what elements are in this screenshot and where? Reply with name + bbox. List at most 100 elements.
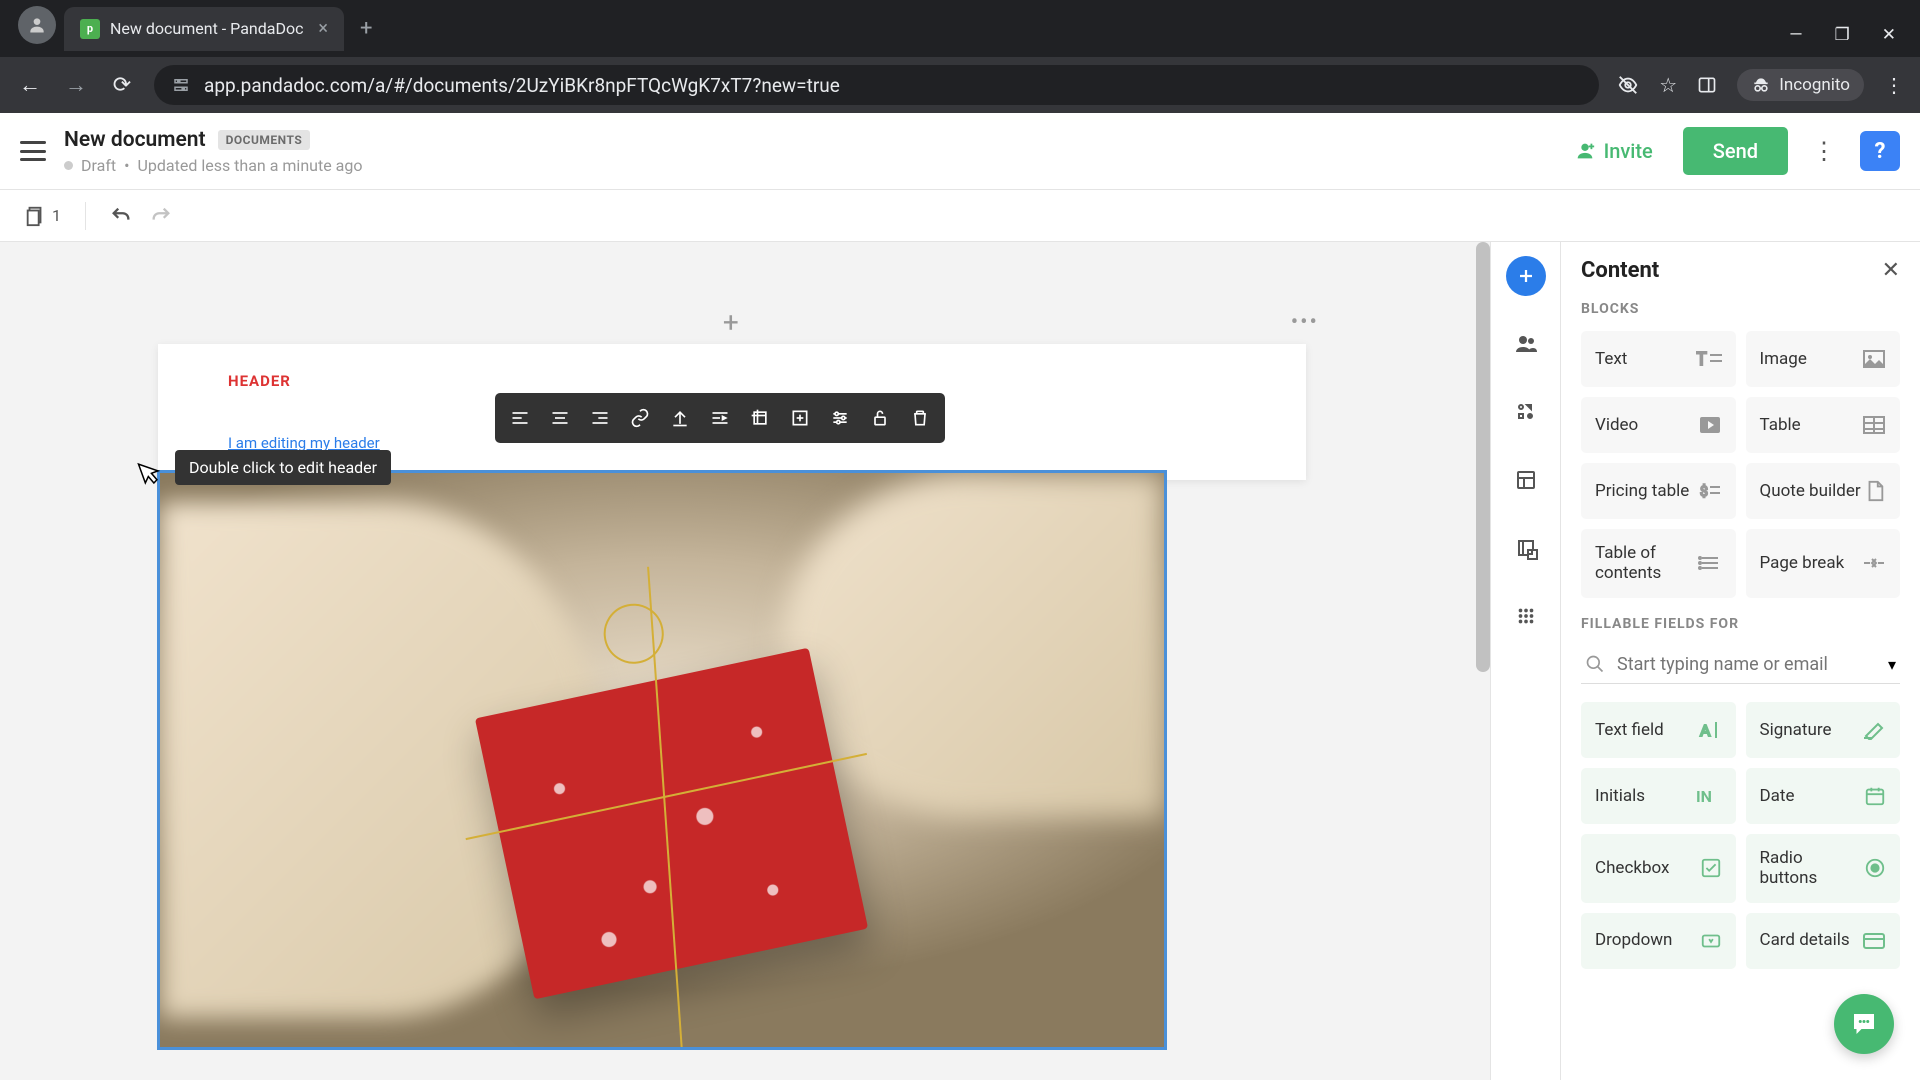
block-signature[interactable]: Signature [1746,702,1901,758]
content-panel: Content ✕ BLOCKS TextT Image Video TablePri… [1560,242,1920,1080]
wrap-button[interactable] [701,399,739,437]
block-label: Quote builder [1760,481,1861,501]
link-button[interactable] [621,399,659,437]
block-label: Initials [1595,786,1645,806]
eye-off-icon[interactable] [1617,74,1639,96]
block-label: Signature [1760,720,1832,740]
block-page-break[interactable]: Page break [1746,529,1901,598]
invite-button[interactable]: Invite [1560,131,1667,171]
block-label: Table of contents [1595,543,1698,584]
blocks-section-label: BLOCKS [1581,301,1900,317]
workflow-rail-button[interactable] [1506,528,1546,568]
quote-icon [1864,480,1886,502]
app-header: New document DOCUMENTS Draft • Updated l… [0,113,1920,190]
align-right-button[interactable] [581,399,619,437]
more-actions-button[interactable]: ⋮ [1804,137,1844,165]
site-settings-icon[interactable] [172,76,190,94]
video-icon [1698,415,1722,435]
block-card-details[interactable]: Card details [1746,913,1901,969]
image-block[interactable] [157,470,1167,1050]
date-icon [1864,785,1886,807]
block-table[interactable]: Table [1746,397,1901,453]
block-initials[interactable]: Initials IN [1581,768,1736,824]
recipient-search[interactable]: ▾ [1581,646,1900,684]
text-icon: T [1696,349,1722,369]
block-label: Date [1760,786,1795,806]
crop-button[interactable] [741,399,779,437]
undo-button[interactable] [110,205,132,227]
block-video[interactable]: Video [1581,397,1736,453]
block-checkbox[interactable]: Checkbox [1581,834,1736,903]
block-radio-buttons[interactable]: Radio buttons [1746,834,1901,903]
content-rail-button[interactable] [1506,256,1546,296]
dropdown-caret-icon[interactable]: ▾ [1888,655,1896,674]
block-drag-handle[interactable]: ⋮⋮ [0,472,2,491]
block-date[interactable]: Date [1746,768,1901,824]
header-section-label: HEADER [228,372,1236,390]
block-dropdown[interactable]: Dropdown [1581,913,1736,969]
align-left-button[interactable] [501,399,539,437]
panel-title: Content [1581,258,1659,283]
block-text[interactable]: TextT [1581,331,1736,387]
status-dot-icon [64,161,73,170]
block-table-of-contents[interactable]: Table of contents [1581,529,1736,598]
profile-avatar[interactable] [18,6,56,44]
tab-close-icon[interactable]: × [318,18,328,39]
browser-tab[interactable]: p New document - PandaDoc × [64,7,344,51]
svg-text:IN: IN [1696,787,1712,806]
bookmark-star-icon[interactable]: ☆ [1659,73,1677,97]
new-tab-button[interactable]: + [344,16,388,41]
tab-title: New document - PandaDoc [110,19,303,38]
scrollbar[interactable] [1476,242,1490,672]
replace-image-button[interactable] [661,399,699,437]
url-field[interactable]: app.pandadoc.com/a/#/documents/2UzYiBKr8… [154,65,1599,105]
add-page-button[interactable]: + [723,306,739,339]
dropdown-icon [1700,930,1722,952]
align-center-button[interactable] [541,399,579,437]
browser-menu-icon[interactable]: ⋮ [1884,73,1904,97]
settings-button[interactable] [821,399,859,437]
recipients-rail-button[interactable] [1506,324,1546,364]
chat-widget-button[interactable] [1834,994,1894,1054]
page-more-button[interactable]: ••• [1291,310,1319,335]
redo-button[interactable] [150,205,172,227]
block-pricing-table[interactable]: Pricing table$ [1581,463,1736,519]
delete-button[interactable] [901,399,939,437]
pricing-icon: $ [1698,481,1722,501]
menu-button[interactable] [20,141,46,161]
block-text-field[interactable]: Text fieldA [1581,702,1736,758]
address-bar: ← → ⟳ app.pandadoc.com/a/#/documents/2Uz… [0,57,1920,113]
block-label: Image [1760,349,1807,369]
send-button[interactable]: Send [1683,127,1788,175]
add-button[interactable] [781,399,819,437]
apps-rail-button[interactable] [1506,596,1546,636]
block-image[interactable]: Image [1746,331,1901,387]
reload-button[interactable]: ⟳ [108,73,136,98]
design-rail-button[interactable] [1506,460,1546,500]
panel-close-button[interactable]: ✕ [1882,258,1900,283]
canvas[interactable]: + ••• HEADER I am editing my header ⋮⋮ D… [0,242,1490,1080]
minimize-button[interactable]: ― [1789,25,1802,45]
back-button[interactable]: ← [16,72,44,98]
side-panel-icon[interactable] [1697,75,1717,95]
toc-icon [1698,553,1722,573]
block-label: Card details [1760,930,1850,950]
signature-icon [1862,720,1886,740]
close-window-button[interactable]: ✕ [1882,25,1896,45]
checkbox-icon [1700,857,1722,879]
document-title[interactable]: New document [64,128,206,152]
help-button[interactable]: ? [1860,131,1900,171]
svg-text:A: A [1700,721,1711,740]
recipient-search-input[interactable] [1617,654,1876,675]
forward-button[interactable]: → [62,72,90,98]
variables-rail-button[interactable] [1506,392,1546,432]
block-label: Video [1595,415,1638,435]
incognito-badge[interactable]: Incognito [1737,69,1864,101]
pages-indicator[interactable]: 1 [24,205,61,227]
block-quote-builder[interactable]: Quote builder [1746,463,1901,519]
side-rail [1490,242,1560,1080]
lock-button[interactable] [861,399,899,437]
radio-icon [1864,857,1886,879]
initials-icon: IN [1696,786,1722,806]
maximize-button[interactable]: ❐ [1835,25,1850,45]
